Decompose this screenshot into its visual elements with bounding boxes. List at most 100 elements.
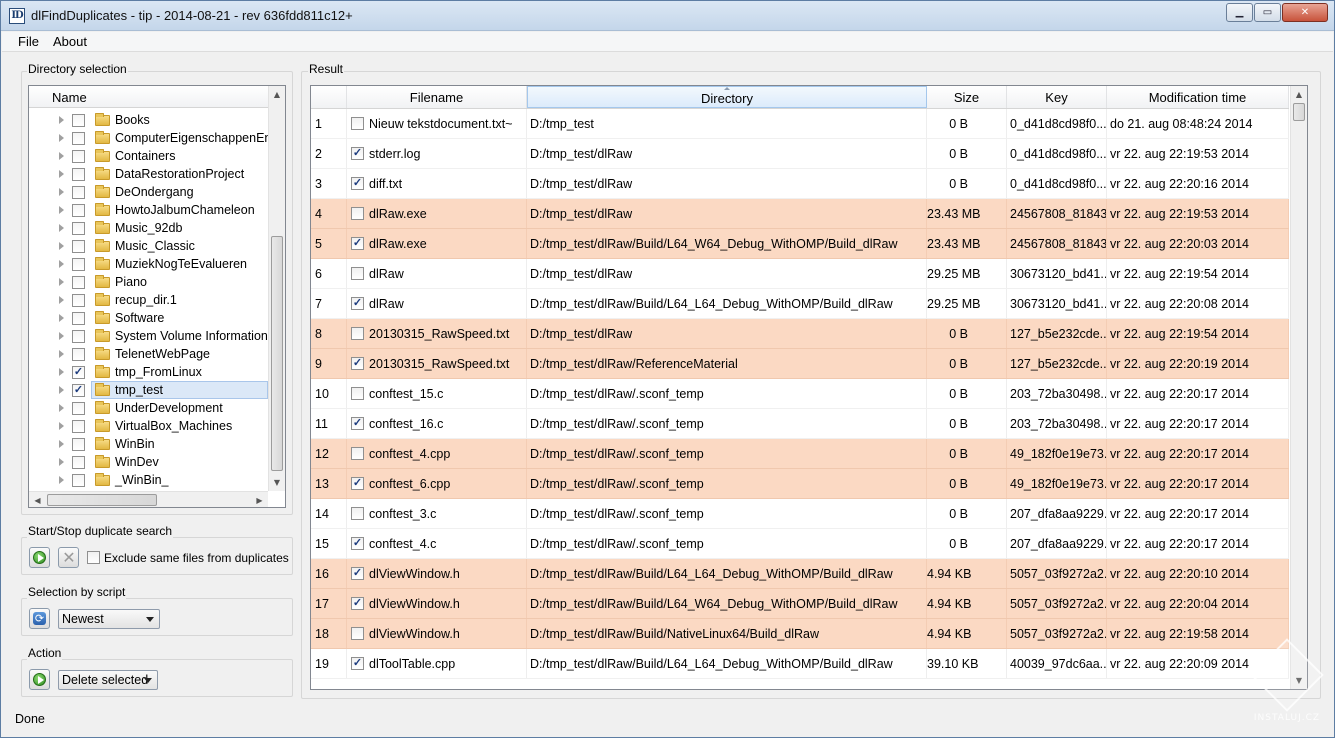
table-row[interactable]: 18 dlViewWindow.h D:/tmp_test/dlRaw/Build/… xyxy=(311,619,1289,649)
tree-item-body[interactable]: WinDev xyxy=(91,453,268,471)
table-row[interactable]: 15 ✓ conftest_4.c D:/tmp_test/dlRaw/.sconf_… xyxy=(311,529,1289,559)
expand-arrow-icon[interactable] xyxy=(59,440,64,448)
scroll-up-icon[interactable]: ▲ xyxy=(1291,86,1307,103)
tree-item[interactable]: _WinBin_ xyxy=(29,471,268,489)
table-row[interactable]: 14 conftest_3.c D:/tmp_test/dlRaw/.sconf_t… xyxy=(311,499,1289,529)
tree-item[interactable]: System Volume Information xyxy=(29,327,268,345)
table-row[interactable]: 9 ✓ 20130315_RawSpeed.txt D:/tmp_test/dlRaw… xyxy=(311,349,1289,379)
minimize-button[interactable]: ▁ xyxy=(1226,3,1253,22)
table-row[interactable]: 1 Nieuw tekstdocument.txt~ D:/tmp_test 0 B0… xyxy=(311,109,1289,139)
cell-filename[interactable]: ✓ conftest_6.cpp xyxy=(347,469,527,498)
tree-item[interactable]: ✓ tmp_test xyxy=(29,381,268,399)
tree-item[interactable]: Containers xyxy=(29,147,268,165)
cell-filename[interactable]: conftest_3.c xyxy=(347,499,527,528)
tree-vertical-scrollbar[interactable]: ▲ ▼ xyxy=(268,86,285,491)
table-row[interactable]: 16 ✓ dlViewWindow.h D:/tmp_test/dlRaw/Build… xyxy=(311,559,1289,589)
expand-arrow-icon[interactable] xyxy=(59,368,64,376)
cell-filename[interactable]: ✓ dlRaw.exe xyxy=(347,229,527,258)
execute-action-button[interactable] xyxy=(29,669,50,690)
expand-arrow-icon[interactable] xyxy=(59,206,64,214)
tree-item-body[interactable]: Books xyxy=(91,111,268,129)
tree-item-body[interactable]: Software xyxy=(91,309,268,327)
tree-item-body[interactable]: Piano xyxy=(91,273,268,291)
cell-filename[interactable]: dlRaw xyxy=(347,259,527,288)
tree-item-body[interactable]: VirtualBox_Machines xyxy=(91,417,268,435)
tree-item-checkbox[interactable] xyxy=(72,402,85,415)
column-header-size[interactable]: Size xyxy=(927,86,1007,108)
row-checkbox[interactable]: ✓ xyxy=(351,597,364,610)
tree-horizontal-scrollbar[interactable]: ◀ ▶ xyxy=(29,491,268,507)
row-checkbox[interactable]: ✓ xyxy=(351,567,364,580)
cell-filename[interactable]: ✓ dlViewWindow.h xyxy=(347,589,527,618)
script-select[interactable]: Newest xyxy=(58,609,160,629)
column-header-key[interactable]: Key xyxy=(1007,86,1107,108)
row-checkbox[interactable]: ✓ xyxy=(351,237,364,250)
stop-search-button[interactable]: ✕ xyxy=(58,547,79,568)
expand-arrow-icon[interactable] xyxy=(59,242,64,250)
tree-item-body[interactable]: UnderDevelopment xyxy=(91,399,268,417)
row-checkbox[interactable]: ✓ xyxy=(351,657,364,670)
cell-filename[interactable]: conftest_15.c xyxy=(347,379,527,408)
column-header-number[interactable] xyxy=(311,86,347,108)
cell-filename[interactable]: ✓ dlViewWindow.h xyxy=(347,559,527,588)
table-row[interactable]: 17 ✓ dlViewWindow.h D:/tmp_test/dlRaw/Build… xyxy=(311,589,1289,619)
table-row[interactable]: 19 ✓ dlToolTable.cpp D:/tmp_test/dlRaw/Buil… xyxy=(311,649,1289,679)
table-scroll-thumb[interactable] xyxy=(1293,103,1305,121)
tree-item[interactable]: MuziekNogTeEvalueren xyxy=(29,255,268,273)
tree-item-body[interactable]: TelenetWebPage xyxy=(91,345,268,363)
expand-arrow-icon[interactable] xyxy=(59,404,64,412)
expand-arrow-icon[interactable] xyxy=(59,134,64,142)
tree-item-checkbox[interactable] xyxy=(72,276,85,289)
result-table[interactable]: Filename Directory Size Key Modification… xyxy=(310,85,1308,690)
expand-arrow-icon[interactable] xyxy=(59,278,64,286)
cell-filename[interactable]: ✓ stderr.log xyxy=(347,139,527,168)
cell-filename[interactable]: conftest_4.cpp xyxy=(347,439,527,468)
tree-item[interactable]: Music_Classic xyxy=(29,237,268,255)
cell-filename[interactable]: ✓ dlRaw xyxy=(347,289,527,318)
expand-arrow-icon[interactable] xyxy=(59,188,64,196)
expand-arrow-icon[interactable] xyxy=(59,260,64,268)
column-header-modification-time[interactable]: Modification time xyxy=(1107,86,1289,108)
table-row[interactable]: 8 20130315_RawSpeed.txt D:/tmp_test/dlRaw 0… xyxy=(311,319,1289,349)
tree-item-body[interactable]: System Volume Information xyxy=(91,327,268,345)
tree-item[interactable]: Books xyxy=(29,111,268,129)
row-checkbox[interactable]: ✓ xyxy=(351,417,364,430)
table-row[interactable]: 7 ✓ dlRaw D:/tmp_test/dlRaw/Build/L64_L64_D… xyxy=(311,289,1289,319)
row-checkbox[interactable]: ✓ xyxy=(351,177,364,190)
expand-arrow-icon[interactable] xyxy=(59,116,64,124)
tree-item[interactable]: TelenetWebPage xyxy=(29,345,268,363)
cell-filename[interactable]: ✓ dlToolTable.cpp xyxy=(347,649,527,678)
tree-item[interactable]: Music_92db xyxy=(29,219,268,237)
tree-item[interactable]: Software xyxy=(29,309,268,327)
tree-item-checkbox[interactable] xyxy=(72,222,85,235)
tree-item-body[interactable]: Containers xyxy=(91,147,268,165)
tree-item[interactable]: VirtualBox_Machines xyxy=(29,417,268,435)
tree-item-checkbox[interactable] xyxy=(72,474,85,487)
tree-item-body[interactable]: HowtoJalbumChameleon xyxy=(91,201,268,219)
table-row[interactable]: 13 ✓ conftest_6.cpp D:/tmp_test/dlRaw/.scon… xyxy=(311,469,1289,499)
tree-item-body[interactable]: recup_dir.1 xyxy=(91,291,268,309)
expand-arrow-icon[interactable] xyxy=(59,476,64,484)
tree-item-checkbox[interactable] xyxy=(72,258,85,271)
table-row[interactable]: 10 conftest_15.c D:/tmp_test/dlRaw/.sconf_… xyxy=(311,379,1289,409)
tree-item[interactable]: recup_dir.1 xyxy=(29,291,268,309)
tree-header-name[interactable]: Name xyxy=(29,86,268,108)
menu-file[interactable]: File xyxy=(12,34,45,49)
tree-item-body[interactable]: ComputerEigenschappenEnIr xyxy=(91,129,279,147)
expand-arrow-icon[interactable] xyxy=(59,386,64,394)
row-checkbox[interactable] xyxy=(351,327,364,340)
tree-item-checkbox[interactable] xyxy=(72,132,85,145)
start-search-button[interactable] xyxy=(29,547,50,568)
tree-item[interactable]: HowtoJalbumChameleon xyxy=(29,201,268,219)
row-checkbox[interactable]: ✓ xyxy=(351,477,364,490)
cell-filename[interactable]: 20130315_RawSpeed.txt xyxy=(347,319,527,348)
action-select[interactable]: Delete selected xyxy=(58,670,158,690)
tree-item-body[interactable]: tmp_test xyxy=(91,381,268,399)
table-row[interactable]: 11 ✓ conftest_16.c D:/tmp_test/dlRaw/.sconf… xyxy=(311,409,1289,439)
tree-item-checkbox[interactable] xyxy=(72,168,85,181)
tree-scroll-thumb[interactable] xyxy=(271,236,283,471)
scroll-up-icon[interactable]: ▲ xyxy=(269,86,285,103)
tree-item-checkbox[interactable] xyxy=(72,114,85,127)
tree-item[interactable]: ✓ tmp_FromLinux xyxy=(29,363,268,381)
cell-filename[interactable]: Nieuw tekstdocument.txt~ xyxy=(347,109,527,138)
